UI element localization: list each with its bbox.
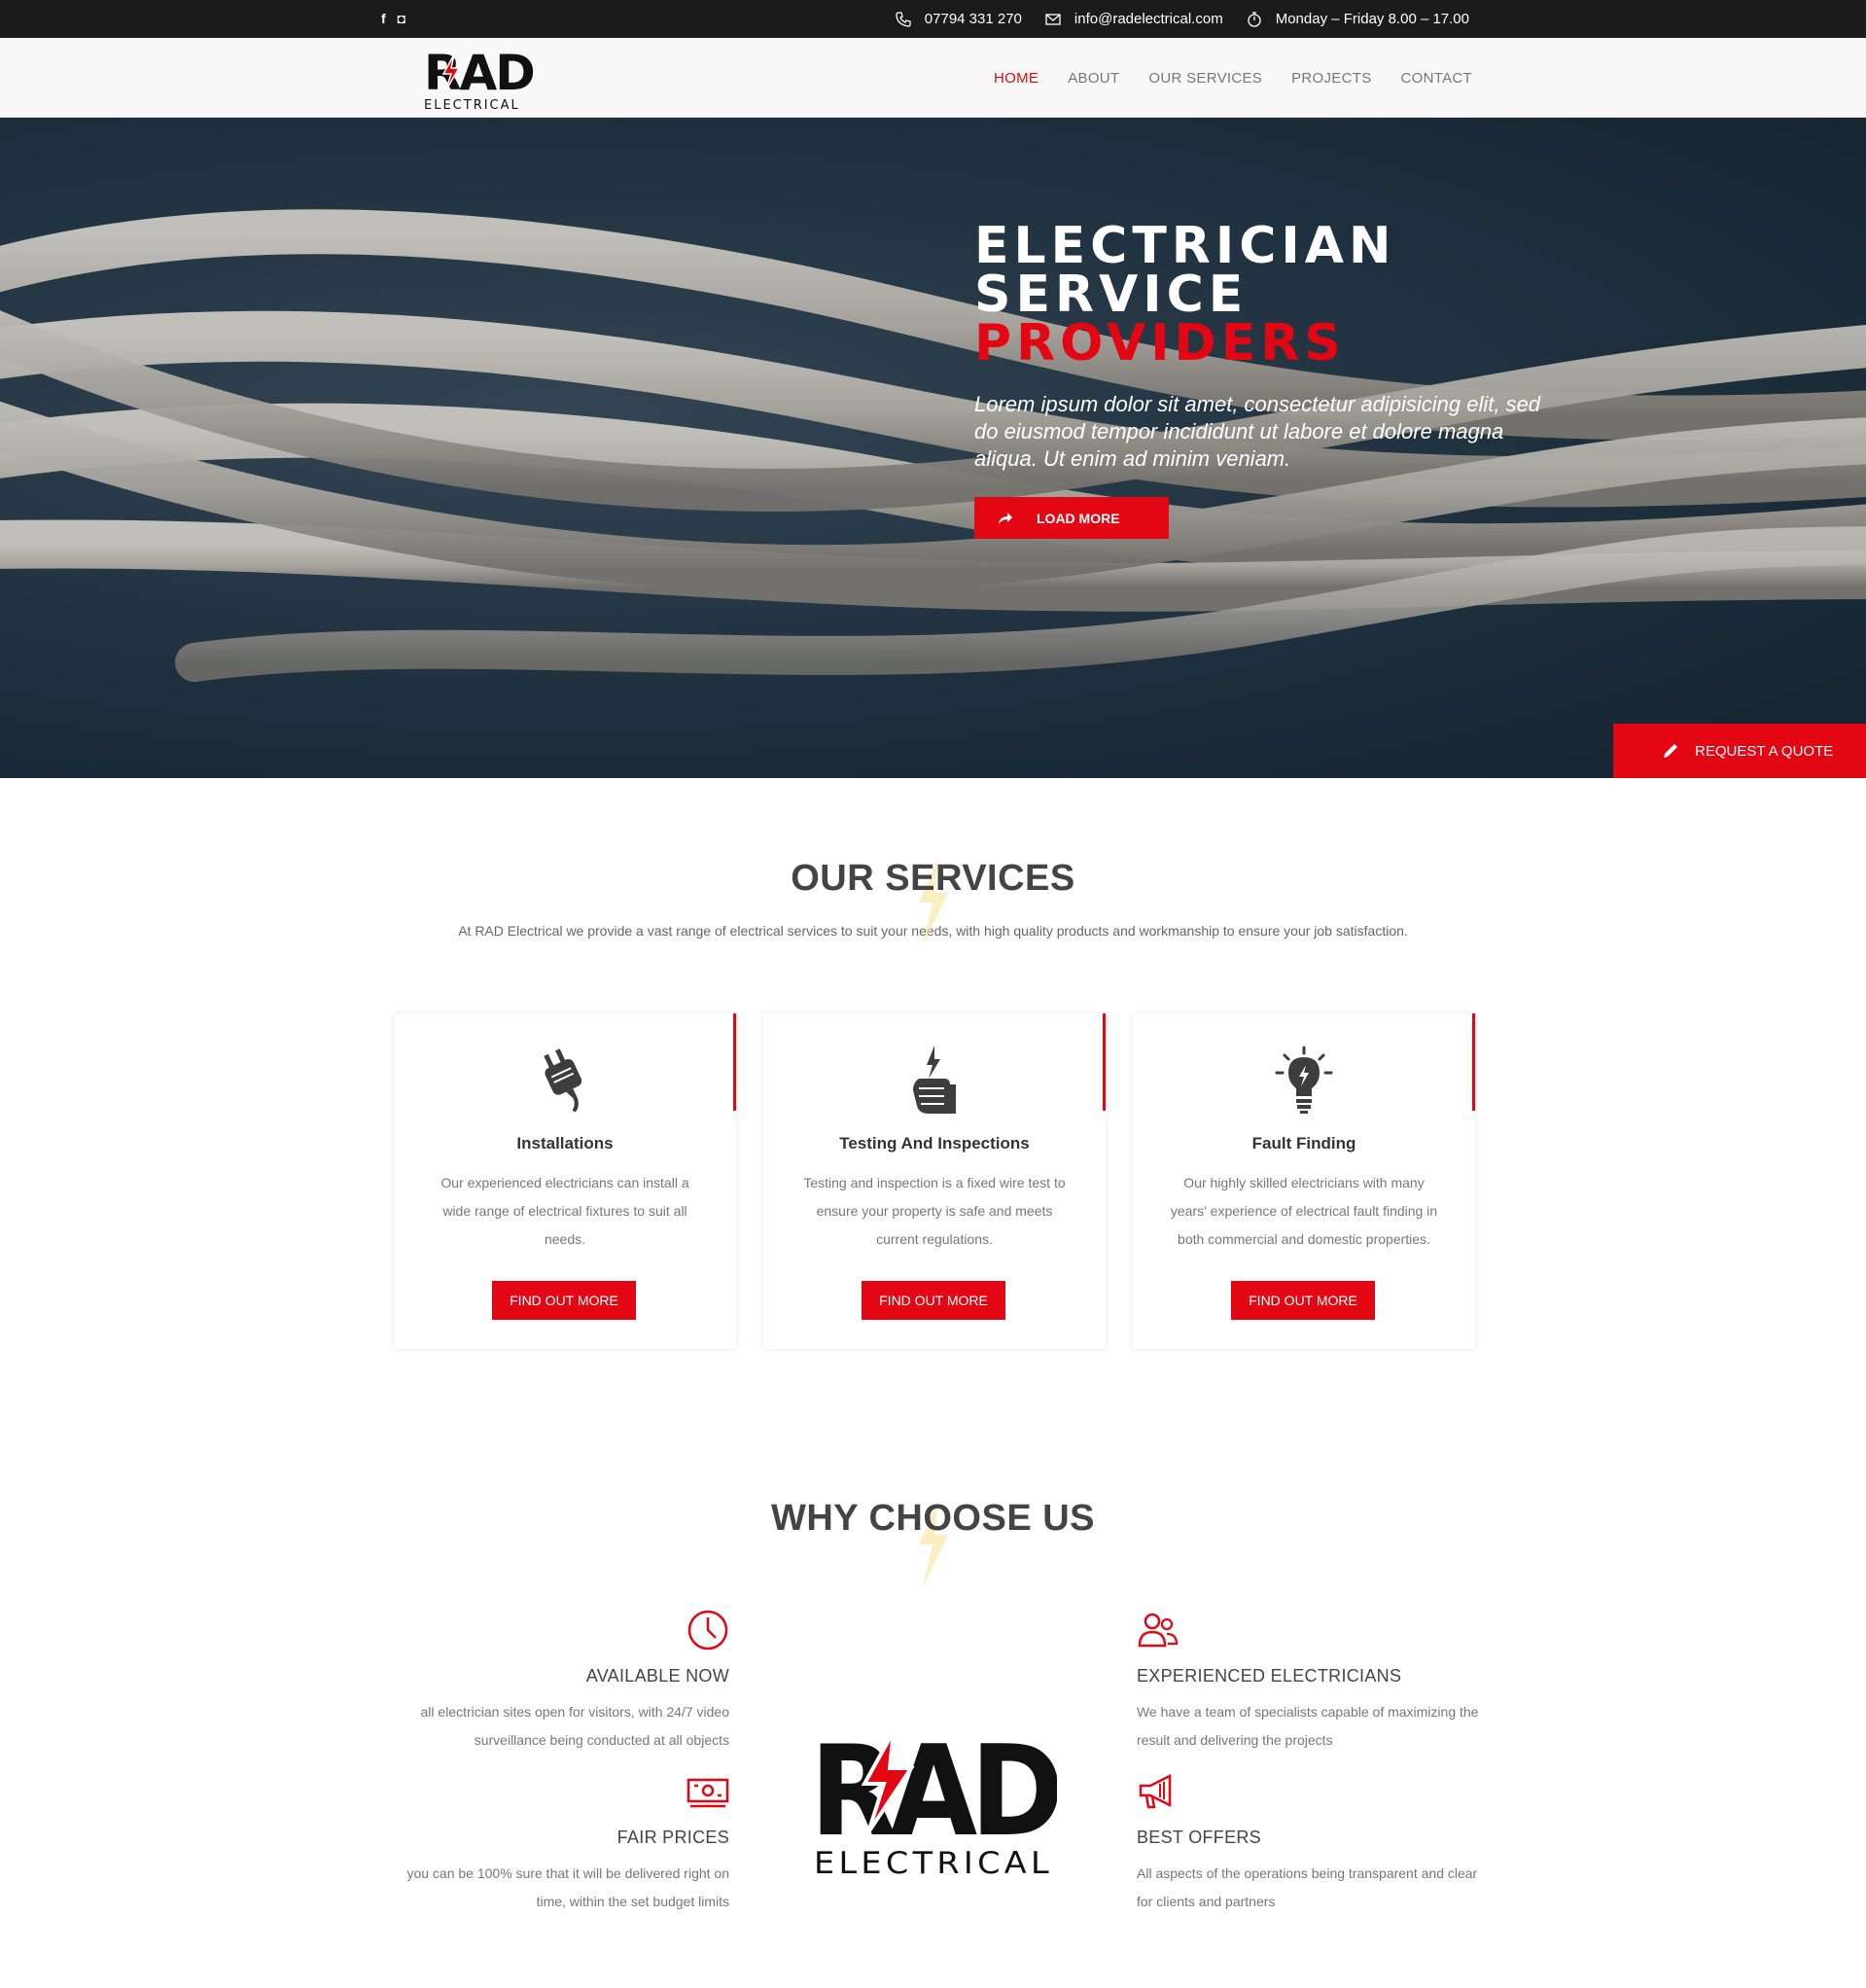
instagram-icon[interactable]: ◘: [398, 11, 405, 26]
email-text: info@radelectrical.com: [1074, 11, 1223, 27]
hero-title-line1: ELECTRICIAN SERVICE: [974, 217, 1396, 324]
pencil-icon: [1664, 744, 1677, 758]
card-text: Our highly skilled electricians with man…: [1170, 1175, 1438, 1247]
nav-about[interactable]: ABOUT: [1068, 70, 1119, 87]
services-heading: OUR SERVICES: [791, 858, 1075, 899]
service-card-installations: Installations Our experienced electricia…: [394, 1013, 736, 1349]
why-item-title: AVAILABLE NOW: [585, 1666, 729, 1686]
share-arrow-icon: [999, 512, 1012, 524]
hero-banner: ELECTRICIAN SERVICE PROVIDERS Lorem ipsu…: [0, 118, 1866, 778]
envelope-icon: [1045, 13, 1061, 25]
rad-electrical-logo-large: RAD ELECTRICAL: [810, 1725, 1057, 1881]
money-icon: [687, 1778, 729, 1808]
stopwatch-icon: [1248, 11, 1261, 27]
top-bar: f ◘ 07794 331 270 info@radelectrical.com…: [0, 0, 1866, 38]
phone-icon: [896, 11, 911, 27]
clock-icon: [687, 1610, 728, 1651]
why-item-text: all electrician sites open for visitors,…: [420, 1704, 729, 1748]
card-accent-line: [1103, 1013, 1106, 1111]
request-quote-button[interactable]: REQUEST A QUOTE: [1613, 724, 1866, 778]
why-item-title: EXPERIENCED ELECTRICIANS: [1137, 1666, 1402, 1686]
load-more-button[interactable]: LOAD MORE: [974, 497, 1169, 539]
service-card-testing: Testing And Inspections Testing and insp…: [763, 1013, 1106, 1349]
card-text: Testing and inspection is a fixed wire t…: [803, 1175, 1066, 1247]
why-item-text: We have a team of specialists capable of…: [1137, 1704, 1479, 1748]
megaphone-icon: [1139, 1773, 1172, 1809]
logo-sub-text: ELECTRICAL: [814, 1846, 1053, 1881]
hero-title-line2: PROVIDERS: [974, 314, 1346, 373]
why-item-experienced: EXPERIENCED ELECTRICIANS We have a team …: [1137, 1609, 1487, 1755]
request-quote-label: REQUEST A QUOTE: [1695, 742, 1834, 760]
why-item-text: you can be 100% sure that it will be del…: [406, 1865, 729, 1909]
phone-text: 07794 331 270: [924, 11, 1022, 27]
plug-icon: [544, 1048, 582, 1113]
load-more-label: LOAD MORE: [1037, 510, 1120, 526]
services-heading-wrap: OUR SERVICES: [0, 858, 1866, 945]
hand-bolt-icon: [913, 1046, 956, 1114]
rad-logo[interactable]: RAD ELECTRICAL: [422, 43, 537, 113]
why-item-available-now: AVAILABLE NOW all electrician sites open…: [379, 1609, 729, 1755]
find-out-more-button[interactable]: FIND OUT MORE: [492, 1281, 636, 1320]
card-title: Fault Finding: [1251, 1134, 1356, 1153]
find-out-more-button[interactable]: FIND OUT MORE: [1231, 1281, 1375, 1320]
why-heading: WHY CHOOSE US: [770, 1498, 1096, 1539]
social-links: f ◘: [381, 11, 405, 26]
logo-main-text: RAD: [424, 45, 534, 101]
logo-sub-text: ELECTRICAL: [424, 98, 520, 113]
why-item-text: All aspects of the operations being tran…: [1137, 1865, 1478, 1909]
nav-our-services[interactable]: OUR SERVICES: [1148, 70, 1262, 87]
logo-main-text: RAD: [810, 1725, 1057, 1864]
card-text: Our experienced electricians can install…: [440, 1175, 689, 1247]
why-item-title: BEST OFFERS: [1137, 1828, 1261, 1847]
why-item-fair-prices: FAIR PRICES you can be 100% sure that it…: [379, 1770, 729, 1916]
nav-home[interactable]: HOME: [994, 70, 1039, 87]
hours-item: Monday – Friday 8.00 – 17.00: [1247, 11, 1469, 27]
hero-subtitle: Lorem ipsum dolor sit amet, consectetur …: [974, 392, 1541, 471]
facebook-icon[interactable]: f: [381, 11, 386, 26]
header-navbar: RAD ELECTRICAL HOME ABOUT OUR SERVICES P…: [0, 38, 1866, 118]
nav-projects[interactable]: PROJECTS: [1291, 70, 1371, 87]
card-accent-line: [733, 1013, 736, 1111]
card-accent-line: [1472, 1013, 1475, 1111]
lightbulb-icon: [1275, 1046, 1333, 1114]
card-title: Testing And Inspections: [839, 1134, 1030, 1153]
find-out-more-button[interactable]: FIND OUT MORE: [862, 1281, 1005, 1320]
main-nav: HOME ABOUT OUR SERVICES PROJECTS CONTACT: [994, 38, 1472, 118]
email-item[interactable]: info@radelectrical.com: [1045, 11, 1223, 27]
phone-item[interactable]: 07794 331 270: [896, 11, 1022, 27]
why-heading-wrap: WHY CHOOSE US: [0, 1498, 1866, 1587]
nav-contact[interactable]: CONTACT: [1401, 70, 1472, 87]
hero-text: ELECTRICIAN SERVICE PROVIDERS Lorem ipsu…: [974, 217, 1674, 539]
card-title: Installations: [516, 1134, 614, 1153]
service-card-fault-finding: Fault Finding Our highly skilled electri…: [1133, 1013, 1475, 1349]
users-icon: [1138, 1613, 1179, 1648]
contact-info: 07794 331 270 info@radelectrical.com Mon…: [896, 0, 1469, 38]
why-item-best-offers: BEST OFFERS All aspects of the operation…: [1137, 1770, 1487, 1916]
why-item-title: FAIR PRICES: [616, 1828, 729, 1847]
hours-text: Monday – Friday 8.00 – 17.00: [1275, 11, 1469, 27]
